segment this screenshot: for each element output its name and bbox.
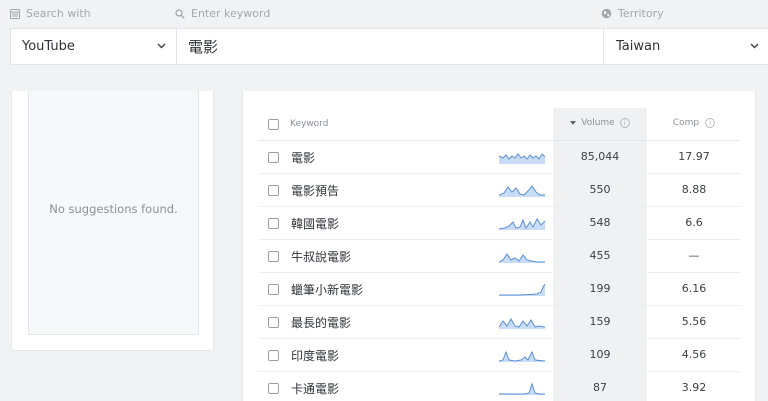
select-all-checkbox[interactable] bbox=[268, 119, 279, 130]
row-comp: 17.97 bbox=[678, 150, 710, 163]
suggestions-panel: No suggestions found. bbox=[11, 91, 214, 351]
row-checkbox[interactable] bbox=[268, 218, 279, 229]
search-with-text: Search with bbox=[26, 7, 91, 20]
row-volume: 159 bbox=[589, 315, 611, 328]
chevron-down-icon bbox=[750, 43, 759, 48]
trend-sparkline bbox=[499, 283, 545, 296]
row-checkbox[interactable] bbox=[268, 284, 279, 295]
platform-select[interactable]: YouTube bbox=[11, 29, 177, 64]
trend-sparkline bbox=[499, 218, 545, 230]
trend-sparkline bbox=[499, 317, 545, 329]
row-volume: 550 bbox=[589, 183, 611, 196]
row-volume: 109 bbox=[589, 348, 611, 361]
search-icon bbox=[175, 8, 185, 19]
row-keyword: 電影預告 bbox=[291, 184, 340, 198]
row-comp: 8.88 bbox=[681, 183, 707, 196]
row-keyword: 牛叔說電影 bbox=[291, 250, 352, 264]
row-keyword: 蠟筆小新電影 bbox=[291, 283, 364, 297]
chevron-down-icon bbox=[157, 43, 166, 48]
row-comp: 5.56 bbox=[681, 315, 707, 328]
table-row[interactable]: 電影預告 550 8.88 bbox=[258, 174, 740, 207]
info-icon[interactable]: i bbox=[619, 118, 630, 128]
table-row[interactable]: 電影 85,044 17.97 bbox=[258, 141, 740, 174]
results-panel: Keyword Volume i Comp i 電影 85,044 17.97 … bbox=[242, 91, 756, 401]
platform-value: YouTube bbox=[22, 39, 75, 54]
row-volume: 548 bbox=[589, 216, 611, 229]
row-checkbox[interactable] bbox=[268, 152, 279, 163]
row-keyword: 卡通電影 bbox=[291, 382, 340, 396]
trend-sparkline bbox=[499, 253, 545, 263]
trend-sparkline bbox=[499, 153, 545, 164]
row-checkbox[interactable] bbox=[268, 185, 279, 196]
search-with-label: Search with bbox=[10, 7, 91, 20]
enter-keyword-text: Enter keyword bbox=[191, 7, 271, 20]
row-checkbox[interactable] bbox=[268, 251, 279, 262]
comp-header-label: Comp bbox=[672, 118, 700, 128]
enter-keyword-label: Enter keyword bbox=[175, 7, 270, 20]
row-volume: 199 bbox=[589, 282, 611, 295]
row-checkbox[interactable] bbox=[268, 350, 279, 361]
info-icon[interactable]: i bbox=[705, 118, 716, 128]
row-comp: 3.92 bbox=[681, 381, 707, 394]
table-row[interactable]: 韓國電影 548 6.6 bbox=[258, 207, 740, 240]
trend-sparkline bbox=[499, 382, 545, 395]
territory-text: Territory bbox=[618, 7, 664, 20]
table-row[interactable]: 印度電影 109 4.56 bbox=[258, 339, 740, 372]
keyword-column-header[interactable]: Keyword bbox=[290, 119, 328, 129]
row-volume: 85,044 bbox=[580, 150, 620, 163]
row-volume: 87 bbox=[593, 381, 607, 394]
no-suggestions-text: No suggestions found. bbox=[49, 201, 178, 216]
table-row[interactable]: 牛叔說電影 455 — bbox=[258, 240, 740, 273]
comp-column-header[interactable]: Comp i bbox=[648, 118, 740, 128]
territory-label: Territory bbox=[601, 7, 664, 20]
row-keyword: 最長的電影 bbox=[291, 316, 352, 330]
row-checkbox[interactable] bbox=[268, 383, 279, 394]
row-comp: 4.56 bbox=[681, 348, 707, 361]
territory-select[interactable]: Taiwan bbox=[604, 29, 768, 64]
row-keyword: 電影 bbox=[291, 151, 316, 165]
trend-sparkline bbox=[499, 350, 545, 362]
row-keyword: 韓國電影 bbox=[291, 217, 340, 231]
sort-down-icon bbox=[570, 121, 577, 125]
globe-icon bbox=[601, 8, 612, 19]
keyword-value: 電影 bbox=[188, 38, 219, 56]
trend-sparkline bbox=[499, 185, 545, 197]
keyword-input[interactable]: 電影 bbox=[177, 29, 604, 64]
table-header: Keyword Volume i Comp i bbox=[258, 108, 740, 141]
row-comp: 6.6 bbox=[685, 216, 703, 229]
row-checkbox[interactable] bbox=[268, 317, 279, 328]
row-comp: — bbox=[688, 249, 700, 262]
window-icon bbox=[10, 8, 20, 19]
table-row[interactable]: 最長的電影 159 5.56 bbox=[258, 306, 740, 339]
row-keyword: 印度電影 bbox=[291, 349, 340, 363]
table-row[interactable]: 蠟筆小新電影 199 6.16 bbox=[258, 273, 740, 306]
territory-value: Taiwan bbox=[616, 39, 661, 54]
volume-column-header[interactable]: Volume i bbox=[553, 118, 647, 128]
volume-header-label: Volume bbox=[581, 118, 615, 128]
search-bar: YouTube 電影 Taiwan bbox=[10, 28, 768, 65]
table-row[interactable]: 卡通電影 87 3.92 bbox=[258, 372, 740, 401]
suggestions-box: No suggestions found. bbox=[28, 91, 199, 335]
row-comp: 6.16 bbox=[681, 282, 707, 295]
row-volume: 455 bbox=[589, 249, 611, 262]
